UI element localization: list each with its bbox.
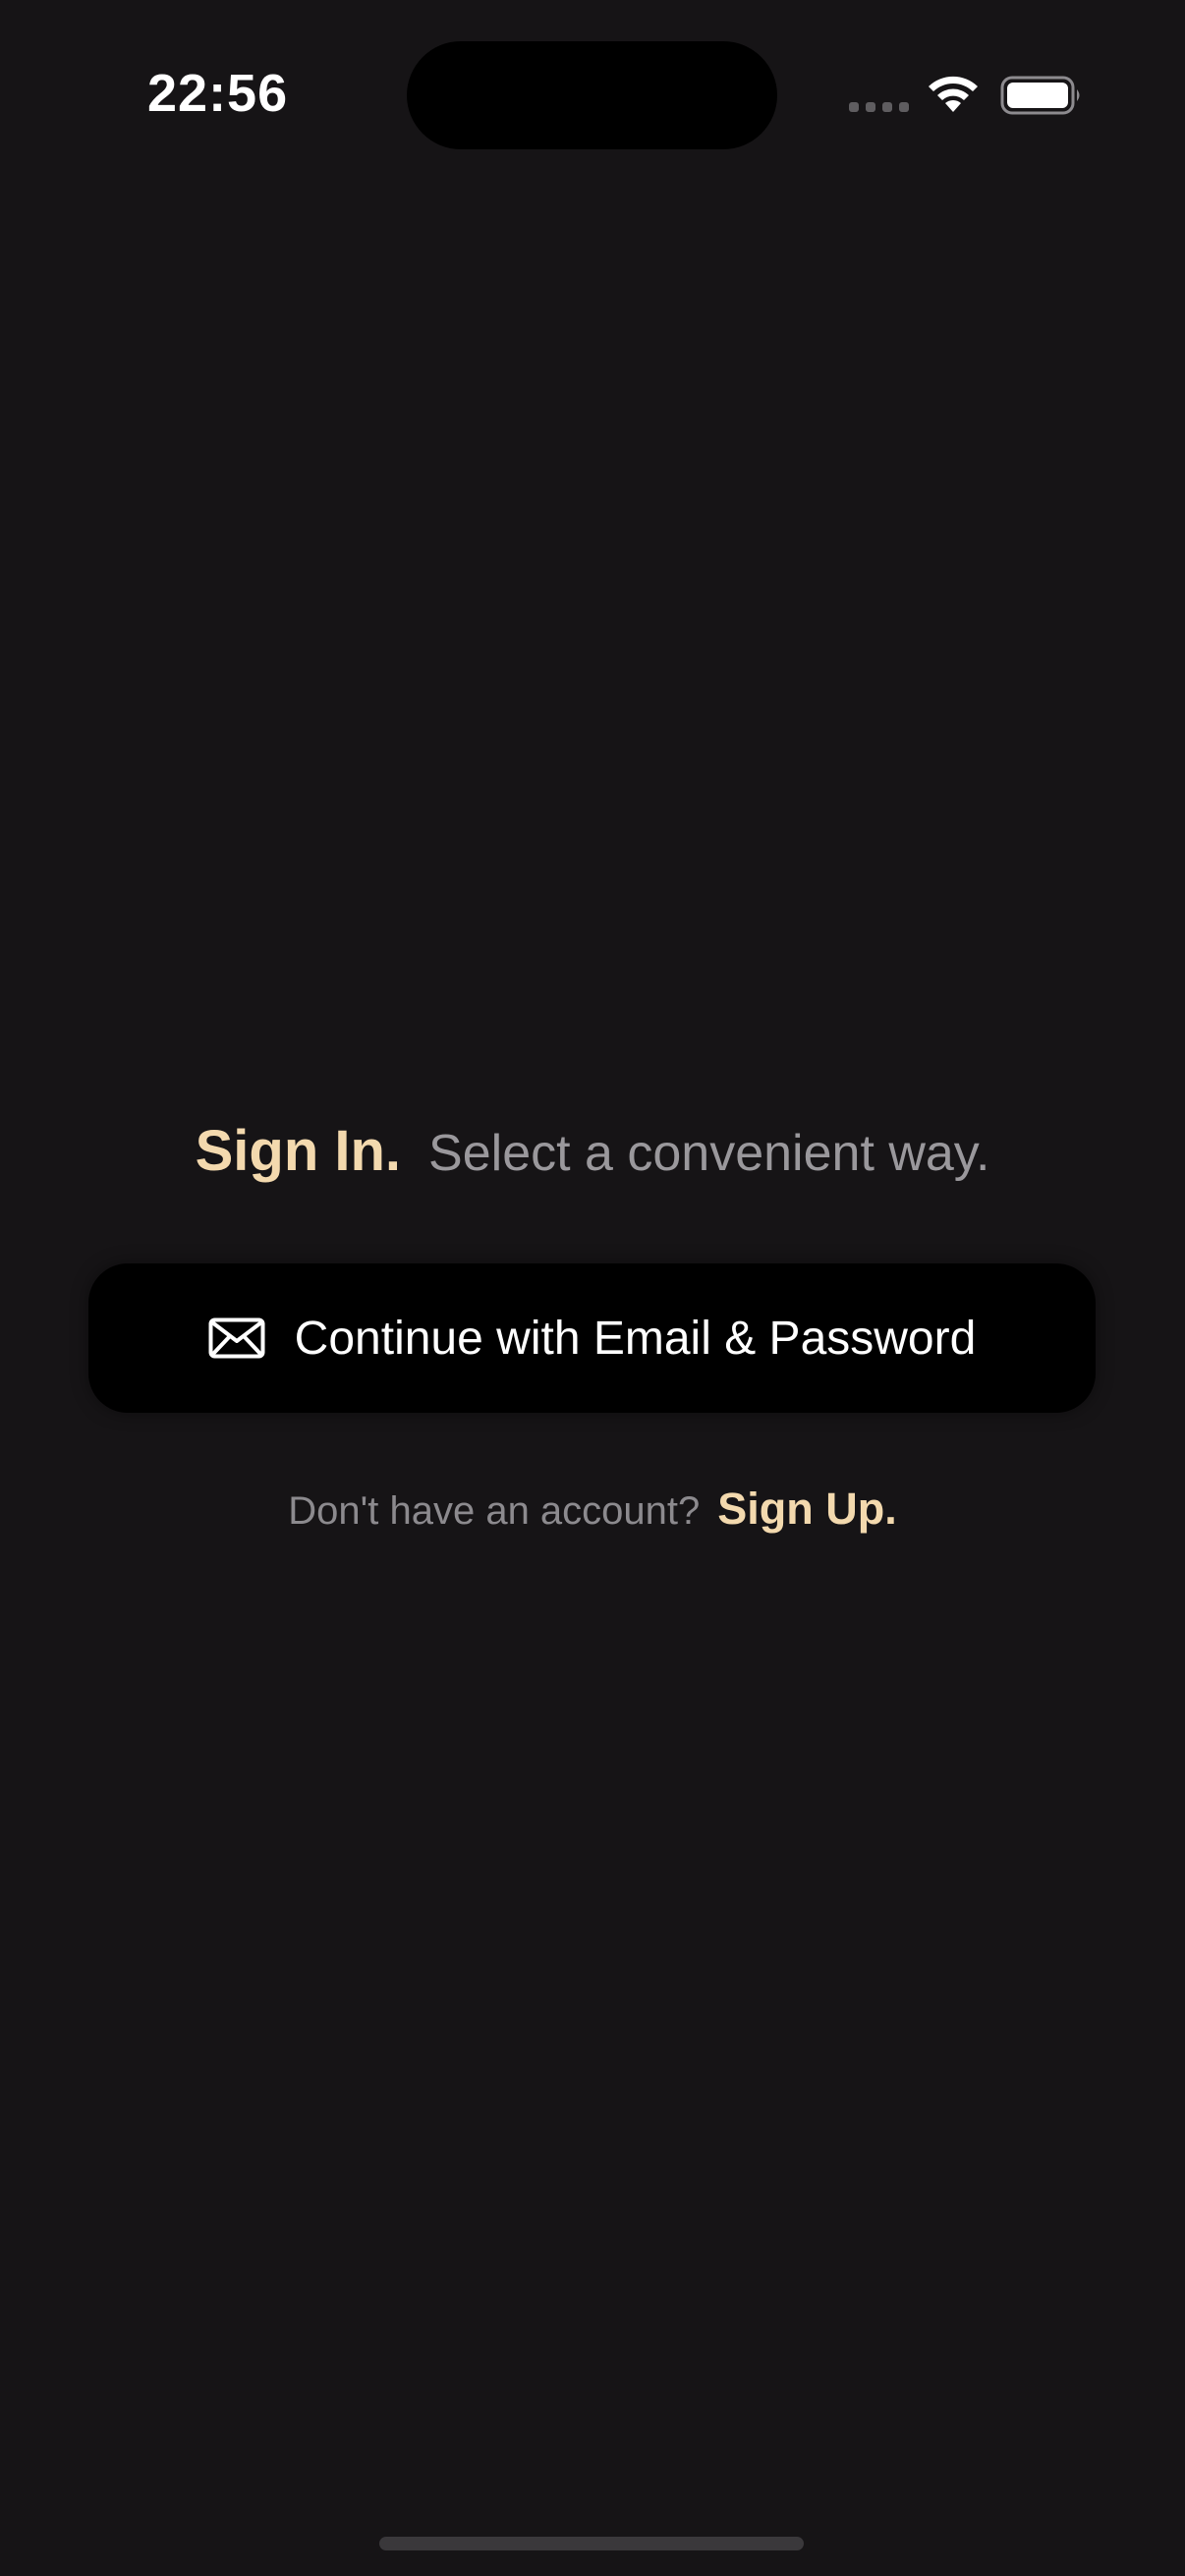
sign-up-link[interactable]: Sign Up. bbox=[717, 1484, 896, 1535]
signup-row: Don't have an account? Sign Up. bbox=[0, 1484, 1185, 1552]
wifi-icon bbox=[929, 76, 978, 112]
status-time: 22:56 bbox=[147, 64, 289, 123]
sign-in-subtitle: Select a convenient way. bbox=[428, 1125, 990, 1182]
email-button-label: Continue with Email & Password bbox=[294, 1312, 977, 1365]
continue-with-email-button[interactable]: Continue with Email & Password bbox=[88, 1263, 1096, 1413]
mail-icon bbox=[208, 1317, 265, 1359]
status-bar: 22:56 bbox=[0, 0, 1185, 196]
sign-in-title: Sign In. bbox=[195, 1119, 402, 1183]
signal-icon bbox=[849, 102, 909, 112]
home-indicator[interactable] bbox=[379, 2537, 804, 2550]
signup-prompt: Don't have an account? bbox=[288, 1489, 701, 1533]
dynamic-island bbox=[407, 41, 777, 149]
sign-in-heading: Sign In. Select a convenient way. bbox=[0, 1118, 1185, 1197]
battery-icon bbox=[1000, 76, 1080, 115]
